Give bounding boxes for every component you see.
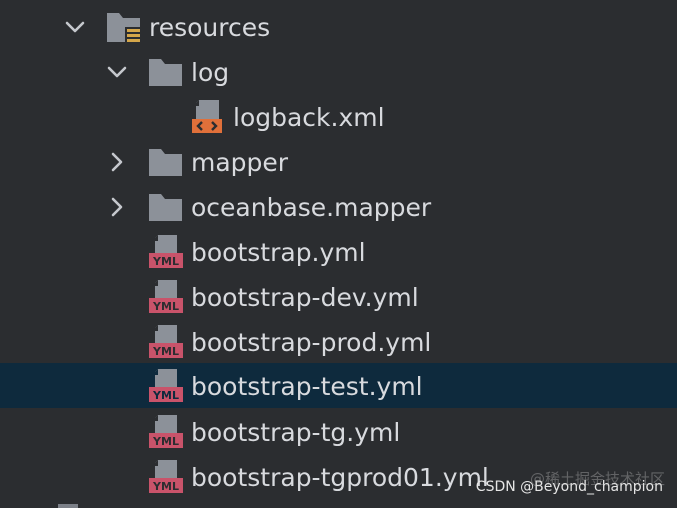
tree-item-label: bootstrap-test.yml xyxy=(191,372,423,401)
resources-folder-icon xyxy=(107,13,140,45)
tree-item-label: logback.xml xyxy=(233,103,385,132)
tree-row-mapper[interactable]: mapper xyxy=(0,140,677,185)
folder-icon xyxy=(149,194,182,221)
tree-item-label: log xyxy=(191,58,230,87)
tree-item-label: bootstrap-tg.yml xyxy=(191,418,401,447)
yml-badge: YML xyxy=(152,255,179,268)
tree-row-logback-xml[interactable]: logback.xml xyxy=(0,95,677,140)
yml-badge: YML xyxy=(152,300,179,313)
yml-file-icon: YML xyxy=(149,325,183,358)
tree-row-resources[interactable]: resources xyxy=(0,5,677,50)
project-tree: resources log logback.xml mapper oceanba… xyxy=(0,0,677,508)
tree-row-oceanbase-mapper[interactable]: oceanbase.mapper xyxy=(0,185,677,230)
watermark-ghost-text: @稀土掘金技术社区 xyxy=(529,470,665,488)
yml-file-icon: YML xyxy=(149,415,183,448)
chevron-down-icon[interactable] xyxy=(64,16,86,38)
partial-icon-edge xyxy=(58,504,78,508)
yml-file-icon: YML xyxy=(149,460,183,493)
yml-badge: YML xyxy=(152,345,179,358)
yml-badge: YML xyxy=(152,389,179,402)
tree-row-bootstrap-test-yml[interactable]: YML bootstrap-test.yml xyxy=(0,363,677,408)
yml-badge: YML xyxy=(152,435,179,448)
chevron-right-icon[interactable] xyxy=(106,151,128,173)
watermark: @稀土掘金技术社区 CSDN @Beyond_champion xyxy=(476,470,665,498)
folder-icon xyxy=(149,59,182,86)
yml-file-icon: YML xyxy=(149,369,183,402)
tree-row-bootstrap-prod-yml[interactable]: YML bootstrap-prod.yml xyxy=(0,320,677,365)
tree-row-bootstrap-tg-yml[interactable]: YML bootstrap-tg.yml xyxy=(0,410,677,455)
xml-file-icon xyxy=(192,100,222,133)
chevron-down-icon[interactable] xyxy=(106,61,128,83)
tree-row-bootstrap-dev-yml[interactable]: YML bootstrap-dev.yml xyxy=(0,275,677,320)
chevron-right-icon[interactable] xyxy=(106,196,128,218)
tree-item-label: bootstrap.yml xyxy=(191,238,366,267)
tree-item-label: bootstrap-prod.yml xyxy=(191,328,432,357)
tree-row-log[interactable]: log xyxy=(0,50,677,95)
tree-item-label: bootstrap-tgprod01.yml xyxy=(191,463,489,492)
tree-row-bootstrap-yml[interactable]: YML bootstrap.yml xyxy=(0,230,677,275)
tree-item-label: mapper xyxy=(191,148,289,177)
tree-item-label: oceanbase.mapper xyxy=(191,193,432,222)
tree-item-label: bootstrap-dev.yml xyxy=(191,283,419,312)
yml-file-icon: YML xyxy=(149,235,183,268)
folder-icon xyxy=(149,149,182,176)
yml-badge: YML xyxy=(152,480,179,493)
yml-file-icon: YML xyxy=(149,280,183,313)
tree-item-label: resources xyxy=(149,13,271,42)
